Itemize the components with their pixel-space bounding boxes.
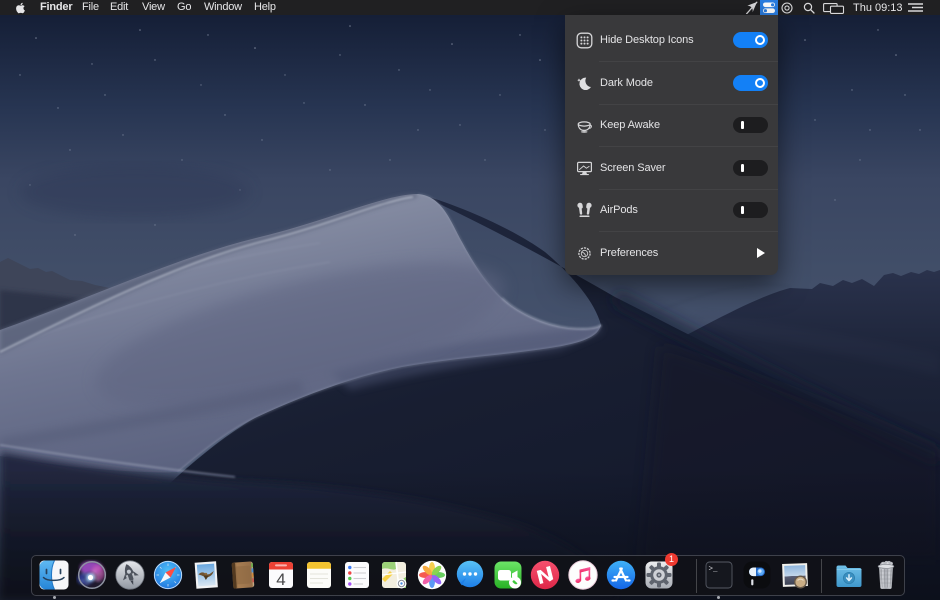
svg-text:4: 4 (276, 570, 285, 589)
svg-text:>_: >_ (709, 566, 719, 574)
